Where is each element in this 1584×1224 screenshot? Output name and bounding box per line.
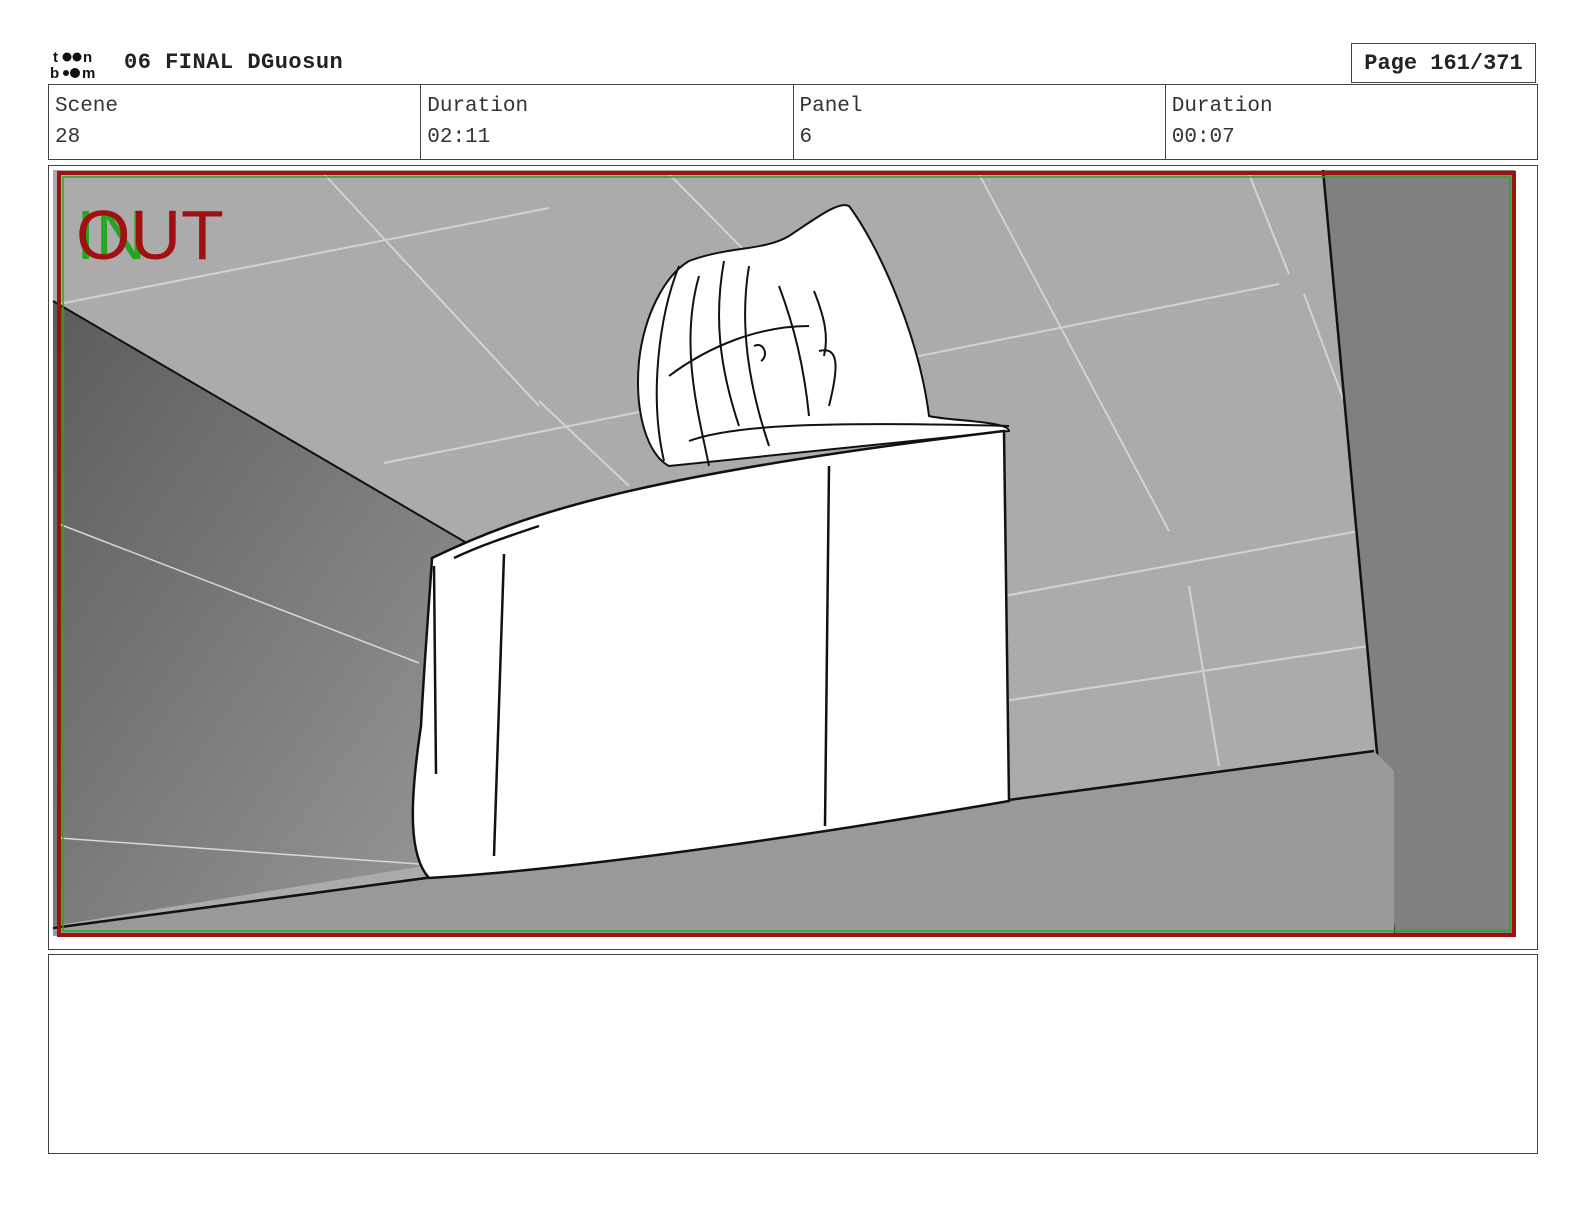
scene-cell: Scene 28 (49, 85, 422, 159)
page-indicator: Page 161/371 (1351, 43, 1536, 83)
scene-value: 28 (55, 126, 81, 149)
scene-duration-label: Duration (427, 95, 529, 118)
storyboard-sketch: IN OUT (52, 169, 1516, 937)
panel-duration-cell: Duration 00:07 (1166, 85, 1537, 159)
panel-duration-value: 00:07 (1171, 126, 1235, 149)
scene-label: Scene (55, 95, 119, 118)
toon-boom-logo-icon: t n b m (50, 49, 95, 82)
svg-text:n: n (83, 49, 92, 66)
svg-text:t: t (53, 49, 58, 66)
panel-info-row: Scene 28 Duration 02:11 Panel 6 Duration… (48, 84, 1538, 160)
panel-label: Panel (799, 95, 863, 118)
panel-cell: Panel 6 (794, 85, 1166, 159)
scene-duration-cell: Duration 02:11 (421, 85, 794, 159)
toon-boom-logo: t n b m (50, 48, 106, 82)
panel-value: 6 (799, 126, 813, 149)
svg-text:b: b (50, 65, 59, 80)
scene-duration-value: 02:11 (427, 126, 491, 149)
notes-box[interactable] (48, 954, 1538, 1154)
storyboard-panel: IN OUT (48, 165, 1538, 950)
document-title: 06 FINAL DGuosun (124, 50, 344, 75)
svg-text:m: m (82, 65, 95, 80)
out-marker: OUT (76, 196, 224, 274)
panel-duration-label: Duration (1171, 95, 1273, 118)
